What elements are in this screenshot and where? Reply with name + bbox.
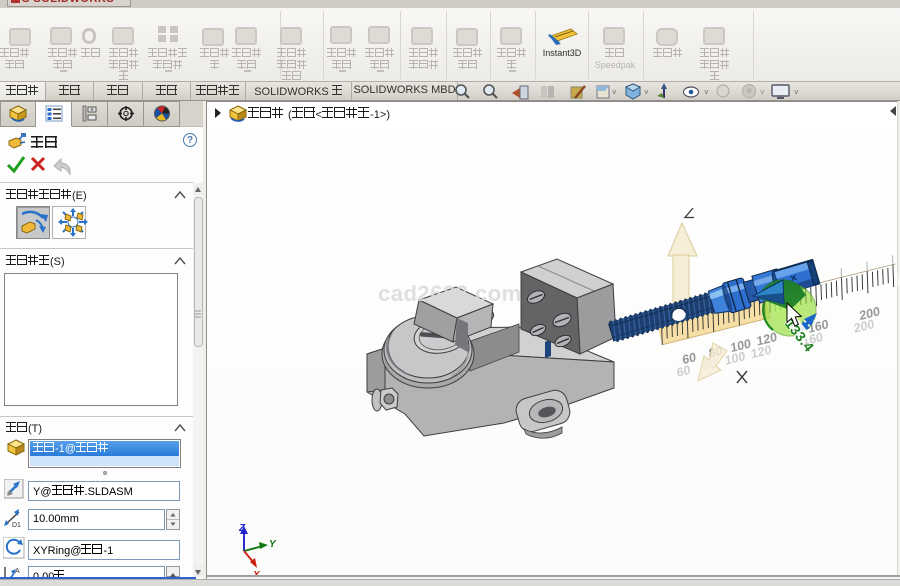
svg-text:˅: ˅ bbox=[760, 88, 765, 97]
svg-text:D1: D1 bbox=[12, 522, 21, 528]
svg-text:200: 200 bbox=[853, 317, 875, 336]
svg-text:Z: Z bbox=[238, 523, 246, 534]
svg-text:˅: ˅ bbox=[644, 88, 649, 97]
svg-text:A: A bbox=[15, 568, 20, 575]
svg-text:˅: ˅ bbox=[794, 88, 799, 97]
svg-text:120: 120 bbox=[750, 342, 772, 361]
svg-text:60: 60 bbox=[676, 363, 691, 380]
svg-text:˅: ˅ bbox=[704, 88, 709, 97]
svg-text:Y: Y bbox=[269, 539, 277, 550]
svg-text:˅: ˅ bbox=[612, 88, 617, 97]
svg-text:100: 100 bbox=[724, 349, 746, 368]
